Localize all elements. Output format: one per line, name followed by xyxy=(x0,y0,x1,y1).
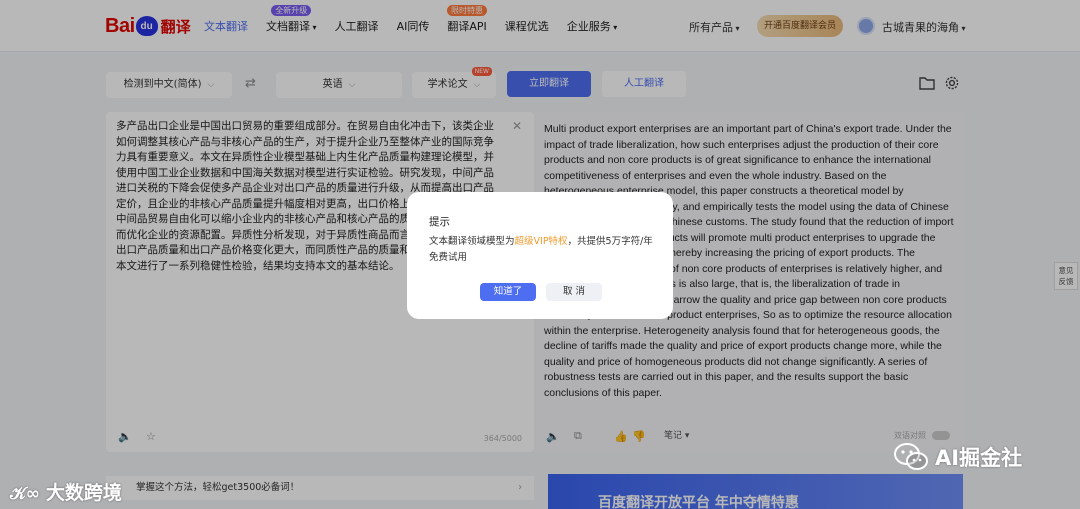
dialog-title: 提示 xyxy=(429,216,450,228)
kuajing-logo-icon: 𝒦∞ xyxy=(10,484,46,504)
watermark-ai-juejinshe: AI掘金社 xyxy=(893,442,1022,472)
wechat-icon xyxy=(893,442,929,472)
got-it-button[interactable]: 知道了 xyxy=(480,283,536,301)
dialog-body: 文本翻译领域模型为超级VIP特权，共提供5万字符/年免费试用 xyxy=(429,236,653,263)
watermark-dashu-kuajing: 𝒦∞ 大数跨境 xyxy=(10,482,122,504)
vip-privilege-link[interactable]: 超级VIP特权 xyxy=(515,236,568,247)
tip-dialog: 提示 文本翻译领域模型为超级VIP特权，共提供5万字符/年免费试用 知道了 取 … xyxy=(407,192,673,319)
cancel-button[interactable]: 取 消 xyxy=(546,283,602,301)
